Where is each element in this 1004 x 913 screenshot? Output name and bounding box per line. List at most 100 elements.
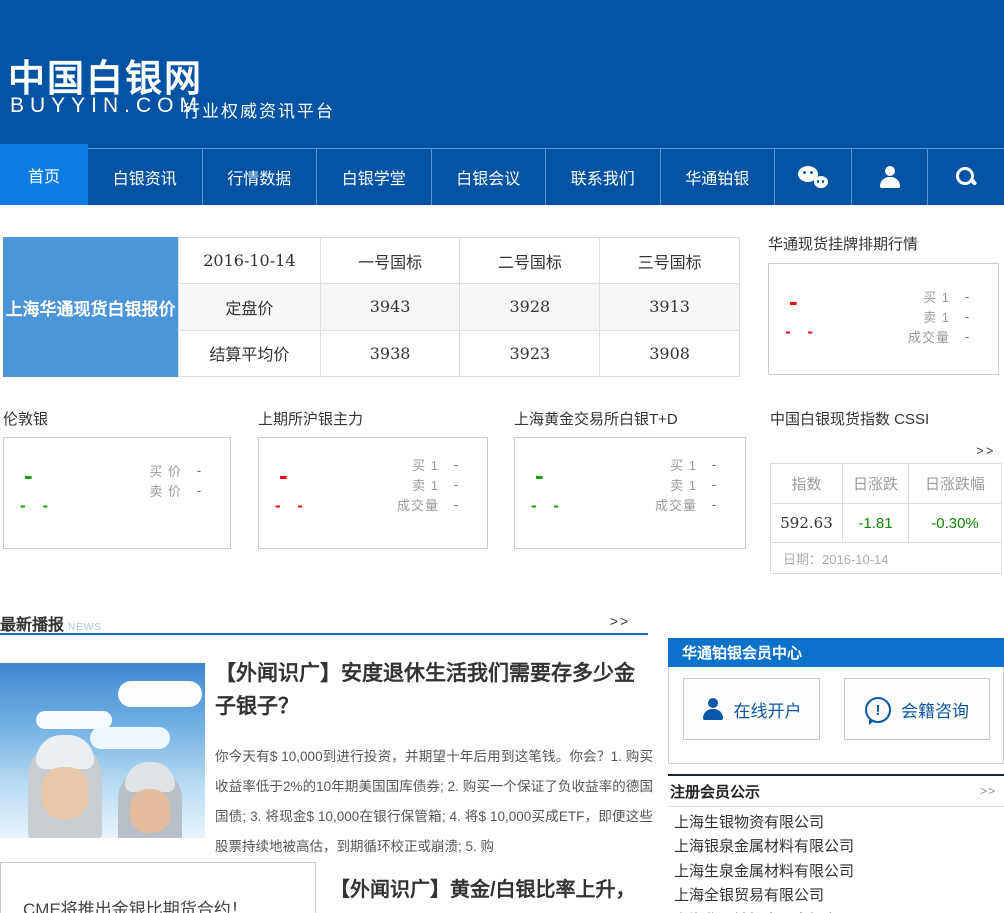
- spot-table-header-row: 2016-10-14 一号国标 二号国标 三号国标: [178, 236, 740, 285]
- volume-label: 成交量: [907, 329, 950, 345]
- nav-item-market-data[interactable]: 行情数据: [203, 149, 317, 205]
- nav-item-silver-news[interactable]: 白银资讯: [88, 149, 203, 205]
- bid-label: 买 1: [670, 457, 697, 473]
- wechat-icon: [797, 166, 828, 188]
- cssi-change-pct-value: -0.30%: [931, 514, 979, 532]
- wechat-button[interactable]: [775, 149, 852, 205]
- news-divider: [0, 633, 648, 635]
- cssi-header-row: 指数 日涨跌 日涨跌幅: [771, 464, 1001, 504]
- member-center-panel: 在线开户 会籍咨询: [668, 667, 1004, 764]
- cssi-more-link[interactable]: >>: [976, 443, 995, 458]
- open-account-button[interactable]: 在线开户: [683, 678, 820, 740]
- user-icon: [702, 698, 724, 720]
- volume-label: 成交量: [654, 497, 697, 513]
- sge-price-placeholder: -: [535, 460, 544, 490]
- site-tagline: 行业权威资讯平台: [183, 102, 335, 121]
- registered-members-list: 上海生银物资有限公司 上海银泉金属材料有限公司 上海生泉金属材料有限公司 上海全…: [668, 807, 1004, 913]
- london-price-placeholder: -: [24, 460, 33, 490]
- huatong-price-placeholder: -: [789, 286, 798, 316]
- search-icon: [955, 166, 977, 188]
- nav-item-home[interactable]: 首页: [0, 144, 88, 205]
- elderly-couple-art: [118, 762, 182, 838]
- bid-value: -: [711, 456, 717, 472]
- spot-col-grade2: 二号国标: [459, 236, 601, 285]
- london-silver-title: 伦敦银: [3, 411, 49, 428]
- nav-item-huatong-platinum[interactable]: 华通铂银: [661, 149, 775, 205]
- bid-value: -: [964, 288, 970, 304]
- tertiary-article-title[interactable]: 【外闻识广】黄金/白银比率上升，: [330, 873, 660, 902]
- nav-item-silver-conference[interactable]: 白银会议: [432, 149, 546, 205]
- huatong-change-placeholder: - -: [785, 322, 820, 341]
- ask-value: -: [453, 476, 459, 492]
- spot-price-table: 2016-10-14 一号国标 二号国标 三号国标 定盘价 3943 3928 …: [178, 236, 740, 378]
- bid-value: -: [196, 462, 202, 478]
- article-title-link[interactable]: 【外闻识广】安度退休生活我们需要存多少金子银子？: [215, 657, 653, 723]
- membership-inquiry-button[interactable]: 会籍咨询: [844, 678, 990, 740]
- spot-value: 3908: [599, 329, 740, 378]
- nav-item-contact-us[interactable]: 联系我们: [546, 149, 661, 205]
- cssi-col-index: 指数: [771, 464, 843, 503]
- list-item[interactable]: 上海银泉金属材料有限公司: [668, 835, 1004, 859]
- user-account-button[interactable]: [852, 149, 929, 205]
- shfe-change-placeholder: - -: [275, 496, 310, 515]
- news-section-subtitle: NEWS: [68, 622, 103, 633]
- bid-label: 买 1: [412, 457, 439, 473]
- table-row: 结算平均价 3938 3923 3908: [178, 329, 740, 378]
- cssi-date: 日期：2016-10-14: [783, 551, 889, 567]
- news-more-link[interactable]: >>: [610, 613, 630, 629]
- spot-value: 3938: [319, 329, 461, 378]
- table-row: 定盘价 3943 3928 3913: [178, 283, 740, 331]
- volume-label: 成交量: [396, 497, 439, 513]
- ask-label: 卖 1: [923, 309, 950, 325]
- sge-td-box: - - - 买 1- 卖 1- 成交量 -: [514, 437, 746, 549]
- nav-icon-bar: [775, 149, 1004, 205]
- spot-value: 3943: [319, 283, 461, 331]
- ask-value: -: [964, 308, 970, 324]
- bid-label: 买 价: [149, 463, 182, 479]
- cssi-title: 中国白银现货指数 CSSI: [770, 411, 930, 428]
- shfe-price-placeholder: -: [279, 460, 288, 490]
- bid-label: 买 1: [923, 289, 950, 305]
- nav-item-silver-school[interactable]: 白银学堂: [317, 149, 432, 205]
- volume-value: -: [964, 328, 970, 344]
- volume-value: -: [711, 496, 717, 512]
- site-domain: BUYYIN.COM: [10, 94, 204, 117]
- spot-value: 3923: [459, 329, 601, 378]
- ask-value: -: [196, 482, 202, 498]
- user-icon: [878, 166, 902, 188]
- registered-members-more-link[interactable]: >>: [980, 784, 996, 798]
- list-item[interactable]: 上海生泉金属材料有限公司: [668, 860, 1004, 884]
- london-change-placeholder: - -: [20, 496, 55, 515]
- nav-bar: 白银资讯 行情数据 白银学堂 白银会议 联系我们 华通铂银: [88, 149, 775, 205]
- cloud-art: [118, 681, 202, 707]
- cssi-change-value: -1.81: [843, 504, 909, 542]
- article-summary: 你今天有$ 10,000到进行投资，并期望十年后用到这笔钱。你会？1. 购买收益…: [215, 749, 653, 854]
- spot-col-grade3: 三号国标: [599, 236, 740, 285]
- news-section-title: 最新播报: [0, 617, 65, 634]
- registered-members-title: 注册会员公示: [670, 783, 761, 801]
- cssi-index-value: 592.63: [771, 504, 843, 542]
- open-account-label: 在线开户: [733, 701, 802, 721]
- list-item[interactable]: 上海全银贸易有限公司: [668, 884, 1004, 908]
- page: 中国白银网 BUYYIN.COM 行业权威资讯平台 首页 白银资讯 行情数据 白…: [0, 0, 1004, 913]
- site-header: 中国白银网 BUYYIN.COM 行业权威资讯平台 首页 白银资讯 行情数据 白…: [0, 0, 1004, 205]
- list-item[interactable]: 上海华通铂银交易市场有限公司: [668, 909, 1004, 913]
- article-thumbnail-image[interactable]: [0, 663, 205, 838]
- cssi-col-change: 日涨跌: [843, 464, 909, 503]
- registered-members-header: 注册会员公示 >>: [668, 776, 1004, 807]
- secondary-article-title[interactable]: CME将推出金银比期货合约！: [23, 895, 248, 913]
- list-item[interactable]: 上海生银物资有限公司: [668, 811, 1004, 835]
- spot-col-date: 2016-10-14: [178, 236, 321, 285]
- spot-row-label: 结算平均价: [178, 329, 321, 378]
- cssi-value-row: 592.63 -1.81 -0.30%: [771, 504, 1001, 543]
- ask-label: 卖 1: [670, 477, 697, 493]
- ask-label: 卖 价: [149, 483, 182, 499]
- secondary-article-box[interactable]: CME将推出金银比期货合约！: [0, 862, 316, 913]
- bid-value: -: [453, 456, 459, 472]
- huatong-quote-box: - - - 买 1- 卖 1- 成交量 -: [768, 263, 999, 375]
- cssi-col-change-pct: 日涨跌幅: [924, 476, 985, 493]
- search-button[interactable]: [928, 149, 1004, 205]
- london-silver-box: - - - 买 价- 卖 价-: [3, 437, 231, 549]
- membership-inquiry-label: 会籍咨询: [901, 701, 969, 721]
- ask-value: -: [711, 476, 717, 492]
